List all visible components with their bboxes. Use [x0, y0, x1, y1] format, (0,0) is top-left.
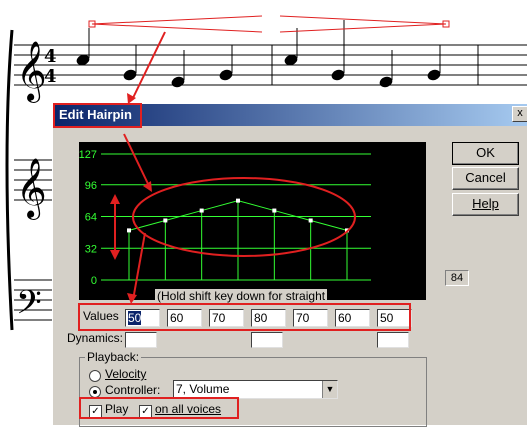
- velocity-label[interactable]: Velocity: [105, 367, 146, 381]
- y-tick-label: 32: [85, 243, 97, 255]
- controller-select[interactable]: 7, Volume ▼: [173, 380, 338, 399]
- value-field-5[interactable]: 70: [293, 309, 328, 327]
- graph-point-handle[interactable]: [199, 208, 204, 213]
- graph-point-handle[interactable]: [272, 208, 277, 213]
- graph-point-handle[interactable]: [308, 218, 313, 223]
- play-label[interactable]: Play: [105, 402, 128, 416]
- side-value-readout: 84: [445, 270, 469, 286]
- cancel-button[interactable]: Cancel: [452, 167, 519, 190]
- svg-text:4: 4: [44, 46, 57, 67]
- value-field-6[interactable]: 60: [335, 309, 370, 327]
- svg-text:𝄞: 𝄞: [16, 158, 47, 220]
- hairpin-graph[interactable]: 127 96 64 32 0: [79, 142, 426, 300]
- dynamics-field-end[interactable]: [377, 332, 409, 348]
- ok-button[interactable]: OK: [452, 142, 519, 165]
- dialog-title: Edit Hairpin: [59, 107, 132, 122]
- controller-radio[interactable]: [89, 386, 101, 398]
- edit-hairpin-dialog: Edit Hairpin x OK Cancel Help 127 96 64 32 0…: [52, 103, 527, 427]
- graph-point-handle[interactable]: [236, 198, 240, 203]
- value-field-3[interactable]: 70: [209, 309, 244, 327]
- dynamics-label: Dynamics:: [67, 331, 124, 345]
- value-field-4[interactable]: 80: [251, 309, 286, 327]
- svg-text:4: 4: [44, 66, 57, 87]
- system-bracket: [5, 29, 14, 331]
- all-voices-label[interactable]: on all voices: [155, 402, 221, 416]
- value-field-7[interactable]: 50: [377, 309, 412, 327]
- all-voices-checkbox[interactable]: ✓: [139, 405, 152, 418]
- help-button[interactable]: Help: [452, 193, 519, 216]
- hairpin-shape: [88, 15, 450, 33]
- graph-point-handle[interactable]: [163, 218, 168, 223]
- dynamics-field-start[interactable]: [125, 332, 157, 348]
- values-label: Values: [83, 309, 119, 323]
- controller-label[interactable]: Controller:: [105, 383, 160, 397]
- value-field-1[interactable]: 50: [125, 309, 160, 327]
- y-tick-label: 64: [85, 212, 97, 224]
- dynamics-field-middle[interactable]: [251, 332, 283, 348]
- treble-clef: 𝄞: [16, 41, 47, 103]
- chevron-down-icon[interactable]: ▼: [322, 381, 337, 398]
- close-icon[interactable]: x: [512, 106, 527, 122]
- graph-hint: (Hold shift key down for straight: [155, 289, 328, 303]
- velocity-radio[interactable]: [89, 370, 101, 382]
- y-tick-label: 0: [91, 275, 97, 287]
- graph-point-handle[interactable]: [127, 228, 131, 233]
- value-field-2[interactable]: 60: [167, 309, 202, 327]
- playback-label: Playback:: [85, 350, 142, 364]
- controller-select-value: 7, Volume: [176, 382, 230, 396]
- graph-canvas[interactable]: 127 96 64 32 0: [79, 142, 426, 300]
- graph-point-handle[interactable]: [345, 228, 349, 233]
- y-tick-label: 127: [79, 149, 97, 161]
- play-checkbox[interactable]: ✓: [89, 405, 102, 418]
- y-tick-label: 96: [85, 180, 97, 192]
- bass-clef: 𝄢: [16, 284, 42, 330]
- title-bar[interactable]: Edit Hairpin x: [53, 104, 527, 126]
